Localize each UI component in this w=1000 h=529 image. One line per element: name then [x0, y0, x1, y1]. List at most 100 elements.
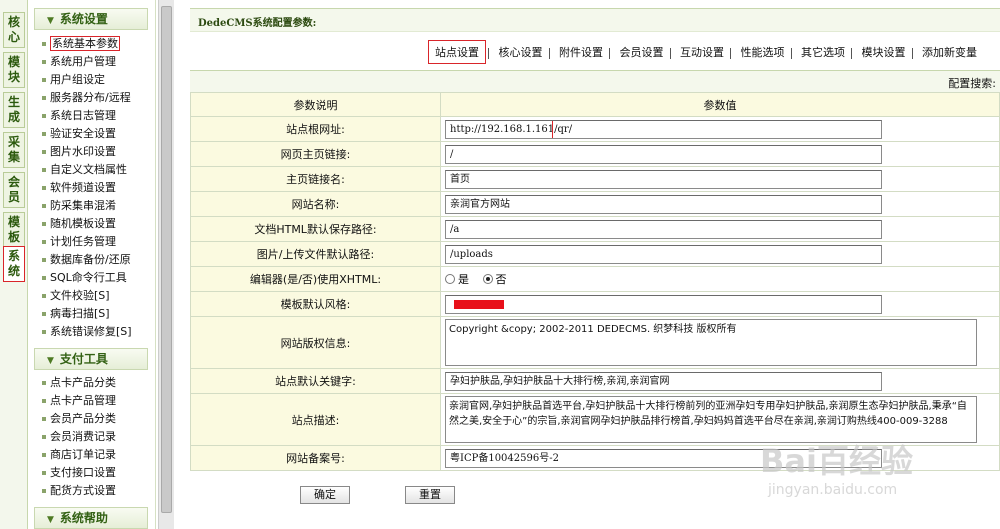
sidebar-item[interactable]: 计划任务管理 [42, 233, 116, 251]
scrollbar-thumb[interactable] [161, 6, 172, 513]
tab-interaction-settings[interactable]: 互动设置 [676, 42, 728, 62]
sidebar-item-label: SQL命令行工具 [50, 271, 127, 284]
bullet-icon [42, 168, 46, 172]
group-label: 支付工具 [59, 352, 108, 366]
redaction-mark [454, 299, 504, 309]
sidebar-item[interactable]: 图片水印设置 [42, 143, 116, 161]
row-label: 主页链接名: [190, 166, 441, 192]
html-save-path-input[interactable]: /a [445, 219, 882, 239]
tab-site-settings[interactable]: 站点设置 [428, 40, 486, 64]
sidebar-item[interactable]: 随机模板设置 [42, 215, 116, 233]
vtab-system[interactable]: 系统 [3, 246, 25, 282]
bullet-icon [42, 471, 46, 475]
sidebar-item[interactable]: SQL命令行工具 [42, 269, 127, 287]
sidebar-item-label: 计划任务管理 [50, 235, 116, 248]
table-row: 主页链接名: 首页 [190, 166, 1000, 192]
sidebar-item[interactable]: 用户组设定 [42, 71, 105, 89]
sidebar-item[interactable]: 服务器分布/远程 [42, 89, 131, 107]
upload-path-input[interactable]: /uploads [445, 244, 882, 264]
bullet-icon [42, 186, 46, 190]
sidebar-item-label: 服务器分布/远程 [50, 91, 131, 104]
table-header-row: 参数说明 参数值 [190, 92, 1000, 117]
radio-label: 否 [495, 273, 507, 286]
sidebar-item-label: 随机模板设置 [50, 217, 116, 230]
tab-divider [669, 47, 671, 59]
row-label: 图片/上传文件默认路径: [190, 241, 441, 267]
vtab-collect[interactable]: 采集 [3, 132, 25, 168]
icp-number-input[interactable]: 粤ICP备10042596号-2 [445, 448, 882, 468]
sidebar-item-label: 自定义文档属性 [50, 163, 127, 176]
sidebar-item-label: 数据库备份/还原 [50, 253, 131, 266]
sidebar-item[interactable]: 系统错误修复[S] [42, 323, 132, 341]
confirm-button[interactable]: 确定 [300, 486, 350, 504]
vtab-core[interactable]: 核心 [3, 12, 25, 48]
bullet-icon [42, 453, 46, 457]
template-style-input[interactable] [445, 294, 882, 314]
sidebar-item[interactable]: 商店订单记录 [42, 446, 116, 464]
sidebar-item[interactable]: 点卡产品分类 [42, 374, 116, 392]
bullet-icon [42, 96, 46, 100]
sidebar-item[interactable]: 病毒扫描[S] [42, 305, 110, 323]
sidebar-item[interactable]: 会员产品分类 [42, 410, 116, 428]
sidebar-scrollbar[interactable] [158, 0, 174, 529]
sidebar-item[interactable]: 支付接口设置 [42, 464, 116, 482]
sidebar-item-label: 会员消费记录 [50, 430, 116, 443]
vtab-generate[interactable]: 生成 [3, 92, 25, 128]
group-title-payment-tools[interactable]: ▼ 支付工具 [34, 348, 148, 370]
sidebar-item-label: 会员产品分类 [50, 412, 116, 425]
bullet-icon [42, 60, 46, 64]
sidebar: ▼ 系统设置 系统基本参数 系统用户管理 用户组设定 服务器分布/远程 系统日志管… [28, 0, 156, 529]
site-name-input[interactable]: 亲润官方网站 [445, 194, 882, 214]
group-title-system-help[interactable]: ▼ 系统帮助 [34, 507, 148, 529]
group-title-system-settings[interactable]: ▼ 系统设置 [34, 8, 148, 30]
sidebar-item[interactable]: 验证安全设置 [42, 125, 116, 143]
site-root-url-input[interactable]: http://192.168.1.161/qr/ [445, 119, 882, 139]
sidebar-item-label: 点卡产品分类 [50, 376, 116, 389]
homepage-link-input[interactable]: / [445, 144, 882, 164]
table-row: 网站名称: 亲润官方网站 [190, 191, 1000, 217]
xhtml-yes-radio[interactable] [445, 274, 455, 284]
table-row: 站点默认关键字: 孕妇护肤品,孕妇护肤品十大排行榜,亲润,亲润官网 [190, 368, 1000, 394]
sidebar-item-label: 病毒扫描[S] [50, 307, 110, 320]
sidebar-item-label: 配货方式设置 [50, 484, 116, 497]
bullet-icon [42, 381, 46, 385]
vtab-member[interactable]: 会员 [3, 172, 25, 208]
tab-attachment-settings[interactable]: 附件设置 [555, 42, 607, 62]
radio-label: 是 [458, 273, 469, 286]
tab-member-settings[interactable]: 会员设置 [616, 42, 668, 62]
sidebar-item[interactable]: 点卡产品管理 [42, 392, 116, 410]
bullet-icon [42, 489, 46, 493]
sidebar-item-label: 图片水印设置 [50, 145, 116, 158]
xhtml-no-radio[interactable] [482, 274, 493, 284]
sidebar-item[interactable]: 会员消费记录 [42, 428, 116, 446]
sidebar-item[interactable]: 系统用户管理 [42, 53, 116, 71]
tab-other-options[interactable]: 其它选项 [797, 42, 849, 62]
sidebar-item-label: 验证安全设置 [50, 127, 116, 140]
sidebar-item[interactable]: 软件频道设置 [42, 179, 116, 197]
description-textarea[interactable]: 亲润官网,孕妇护肤品首选平台,孕妇护肤品十大排行榜前列的亚洲孕妇专用孕妇护肤品,… [445, 396, 977, 443]
sidebar-item-system-basic-params[interactable]: 系统基本参数 [42, 35, 120, 53]
sidebar-item-label: 防采集串混淆 [50, 199, 116, 212]
tab-add-variable[interactable]: 添加新变量 [918, 42, 981, 62]
sidebar-item[interactable]: 自定义文档属性 [42, 161, 127, 179]
tab-module-settings[interactable]: 模块设置 [858, 42, 910, 62]
homepage-link-name-input[interactable]: 首页 [445, 169, 882, 189]
sidebar-item[interactable]: 文件校验[S] [42, 287, 110, 305]
copyright-textarea[interactable]: Copyright &copy; 2002-2011 DEDECMS. 织梦科技… [445, 319, 977, 366]
page-title: DedeCMS系统配置参数: [198, 18, 317, 29]
vtab-template[interactable]: 模板 [3, 212, 25, 248]
config-table: 参数说明 参数值 站点根网址: http://192.168.1.161/qr/… [190, 92, 1000, 471]
row-label: 站点默认关键字: [190, 368, 441, 394]
keywords-input[interactable]: 孕妇护肤品,孕妇护肤品十大排行榜,亲润,亲润官网 [445, 371, 882, 391]
tab-core-settings[interactable]: 核心设置 [495, 42, 547, 62]
sidebar-item[interactable]: 配货方式设置 [42, 482, 116, 500]
vtab-module[interactable]: 模块 [3, 52, 25, 88]
sidebar-item-label: 文件校验[S] [50, 289, 110, 302]
table-row: 网页主页链接: / [190, 141, 1000, 167]
sidebar-item[interactable]: 防采集串混淆 [42, 197, 116, 215]
config-search-label: 配置搜索: [948, 77, 996, 90]
tab-performance-options[interactable]: 性能选项 [737, 42, 789, 62]
sidebar-item[interactable]: 系统日志管理 [42, 107, 116, 125]
sidebar-item[interactable]: 数据库备份/还原 [42, 251, 131, 269]
reset-button[interactable]: 重置 [405, 486, 455, 504]
